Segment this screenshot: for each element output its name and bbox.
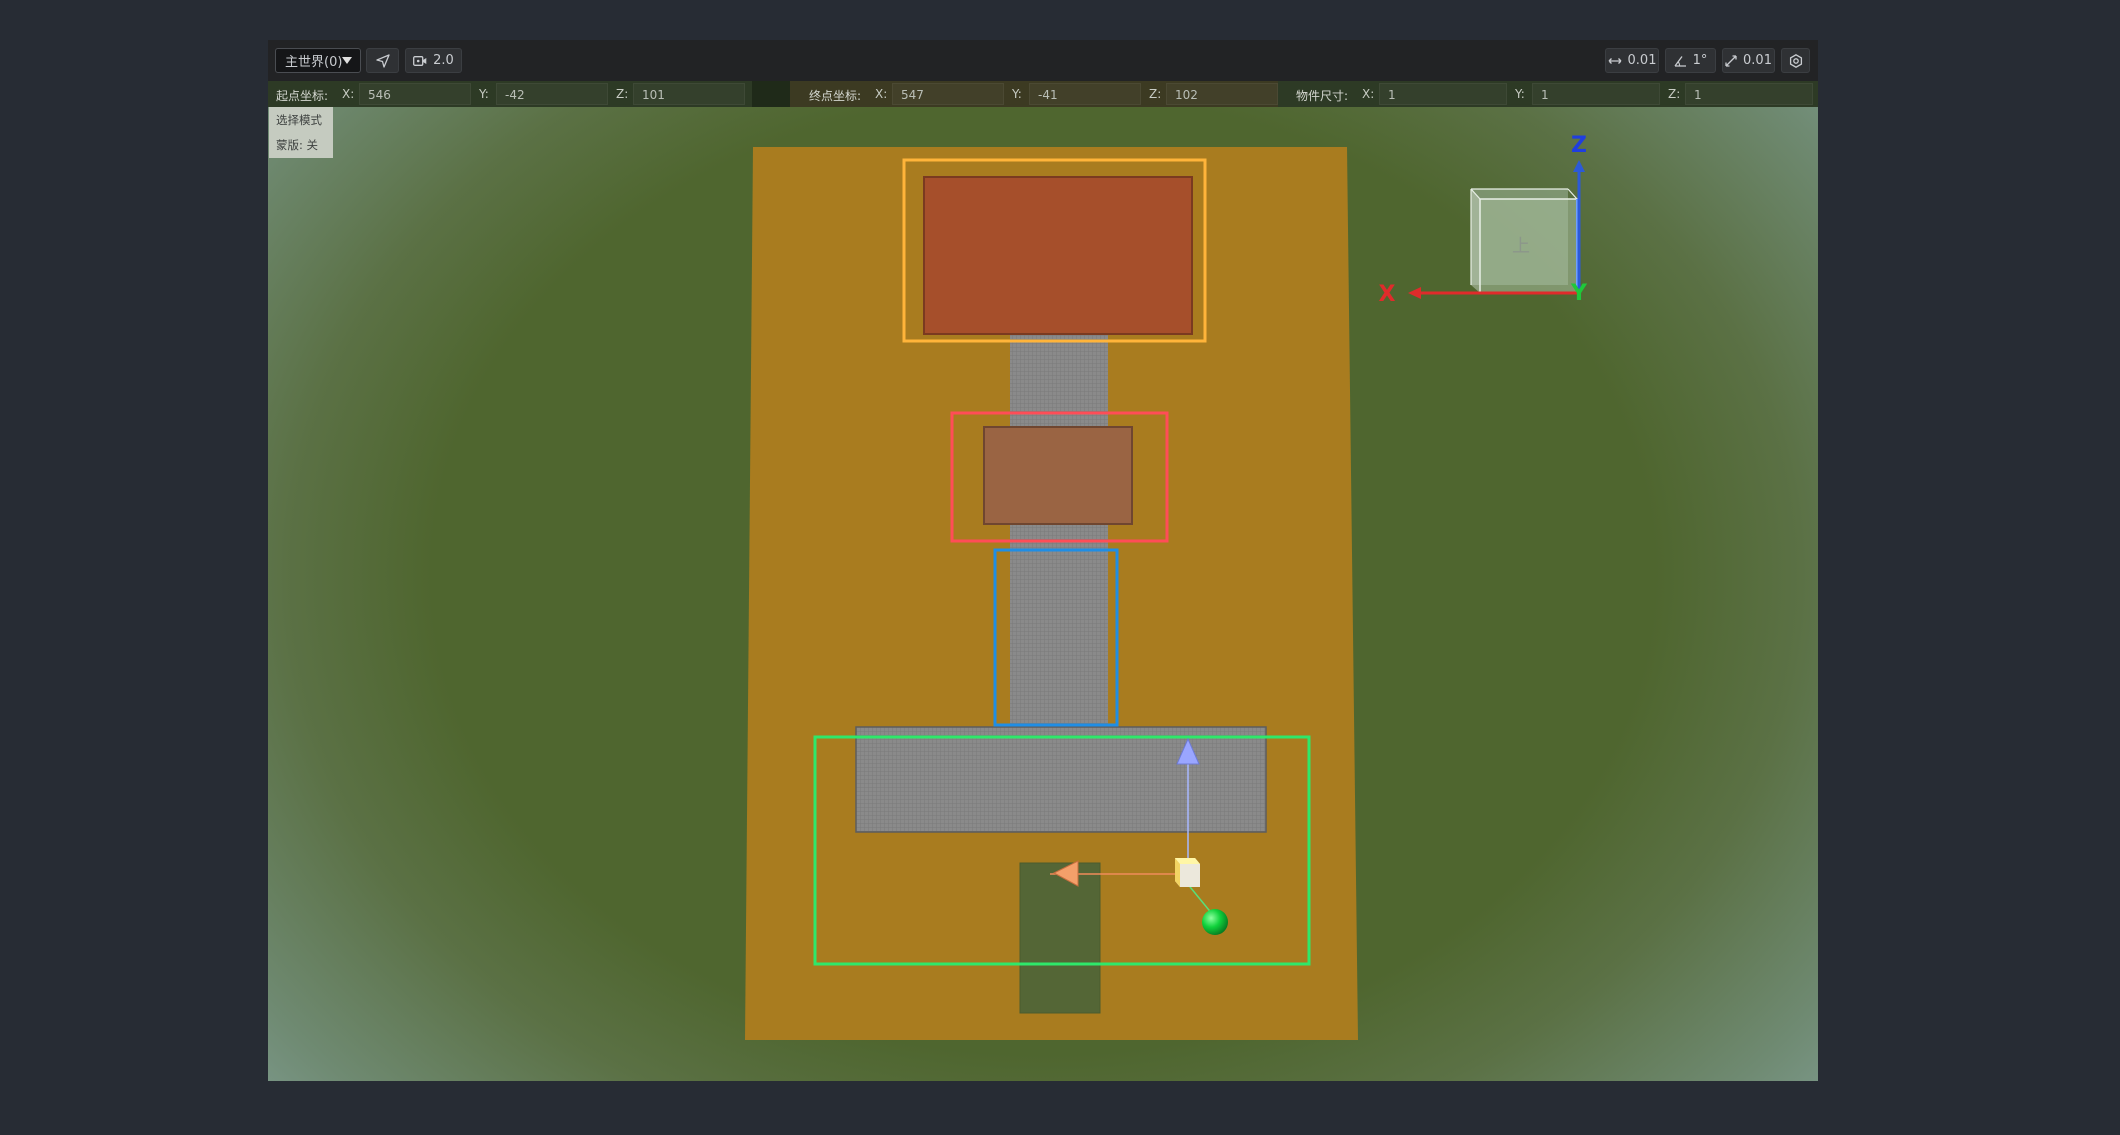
scene-canvas[interactable]: 上 Z X Y (268, 107, 1818, 1081)
mask-toggle-label[interactable]: 蒙版: 关 (276, 137, 318, 153)
camera-speed-button[interactable]: 2.0 (405, 48, 462, 73)
object-size-label: 物件尺寸: (1296, 89, 1349, 103)
3d-viewport[interactable]: 上 Z X Y 选择模式 蒙版: 关 (268, 107, 1818, 1081)
navigate-button[interactable] (366, 48, 399, 73)
angle-icon (1674, 55, 1686, 67)
settings-button[interactable] (1781, 48, 1810, 73)
editor-window: 主世界(0) 2.0 0.01 1° 0.01 起点坐标: X: 546 Y: … (268, 40, 1818, 1081)
start-y-label: Y: (479, 87, 489, 101)
end-z-label: Z: (1149, 87, 1162, 101)
size-x-label: X: (1362, 87, 1375, 101)
roof-top[interactable] (923, 176, 1193, 335)
start-x-label: X: (342, 87, 355, 101)
orientation-cube[interactable]: 上 Z X Y (1379, 133, 1589, 307)
coordinate-bar: 起点坐标: X: 546 Y: -42 Z: 101 终点坐标: X: 547 … (268, 81, 1818, 107)
start-y-field[interactable]: -42 (496, 83, 608, 105)
end-x-label: X: (875, 87, 888, 101)
world-select-dropdown[interactable]: 主世界(0) (275, 48, 361, 73)
start-x-field[interactable]: 546 (359, 83, 471, 105)
chevron-down-icon (342, 57, 352, 64)
gear-icon (1789, 53, 1802, 68)
object-size-group: 物件尺寸: X: 1 Y: 1 Z: 1 (1278, 81, 1818, 107)
z-axis-label: Z (1571, 133, 1587, 158)
start-z-label: Z: (616, 87, 629, 101)
rotate-snap-button[interactable]: 1° (1665, 48, 1716, 73)
select-mode-label[interactable]: 选择模式 (276, 112, 322, 128)
roof-middle[interactable] (983, 426, 1133, 525)
start-z-field[interactable]: 101 (633, 83, 745, 105)
scale-snap-button[interactable]: 0.01 (1722, 48, 1775, 73)
grass-strip (1019, 862, 1101, 1014)
x-axis-label: X (1379, 282, 1396, 307)
end-y-label: Y: (1012, 87, 1022, 101)
gizmo-center-cube[interactable] (1175, 858, 1200, 887)
size-z-field[interactable]: 1 (1685, 83, 1813, 105)
diagonal-resize-icon (1725, 54, 1737, 67)
start-coordinate-label: 起点坐标: (276, 89, 329, 103)
start-coordinate-group: 起点坐标: X: 546 Y: -42 Z: 101 (268, 81, 752, 107)
stone-path-cross[interactable] (855, 726, 1267, 833)
size-x-field[interactable]: 1 (1379, 83, 1507, 105)
y-axis-label: Y (1570, 281, 1588, 306)
world-select-value: 主世界(0) (285, 55, 343, 70)
move-snap-value: 0.01 (1627, 53, 1657, 68)
cube-face-label: 上 (1512, 236, 1530, 257)
end-z-field[interactable]: 102 (1166, 83, 1278, 105)
size-y-field[interactable]: 1 (1532, 83, 1660, 105)
end-y-field[interactable]: -41 (1029, 83, 1141, 105)
mode-panel: 选择模式 蒙版: 关 (269, 107, 333, 158)
size-z-label: Z: (1668, 87, 1681, 101)
scale-snap-value: 0.01 (1743, 53, 1772, 68)
move-snap-button[interactable]: 0.01 (1605, 48, 1659, 73)
end-coordinate-label: 终点坐标: (809, 89, 862, 103)
send-arrow-icon (375, 53, 390, 68)
video-camera-icon (413, 55, 427, 66)
top-toolbar: 主世界(0) 2.0 0.01 1° 0.01 (268, 40, 1818, 81)
size-y-label: Y: (1515, 87, 1525, 101)
end-x-field[interactable]: 547 (892, 83, 1004, 105)
end-coordinate-group: 终点坐标: X: 547 Y: -41 Z: 102 (790, 81, 1278, 107)
horizontal-arrows-icon (1608, 57, 1621, 64)
camera-speed-value: 2.0 (433, 53, 454, 68)
gizmo-y-handle[interactable] (1202, 909, 1228, 935)
rotate-snap-value: 1° (1692, 53, 1708, 68)
